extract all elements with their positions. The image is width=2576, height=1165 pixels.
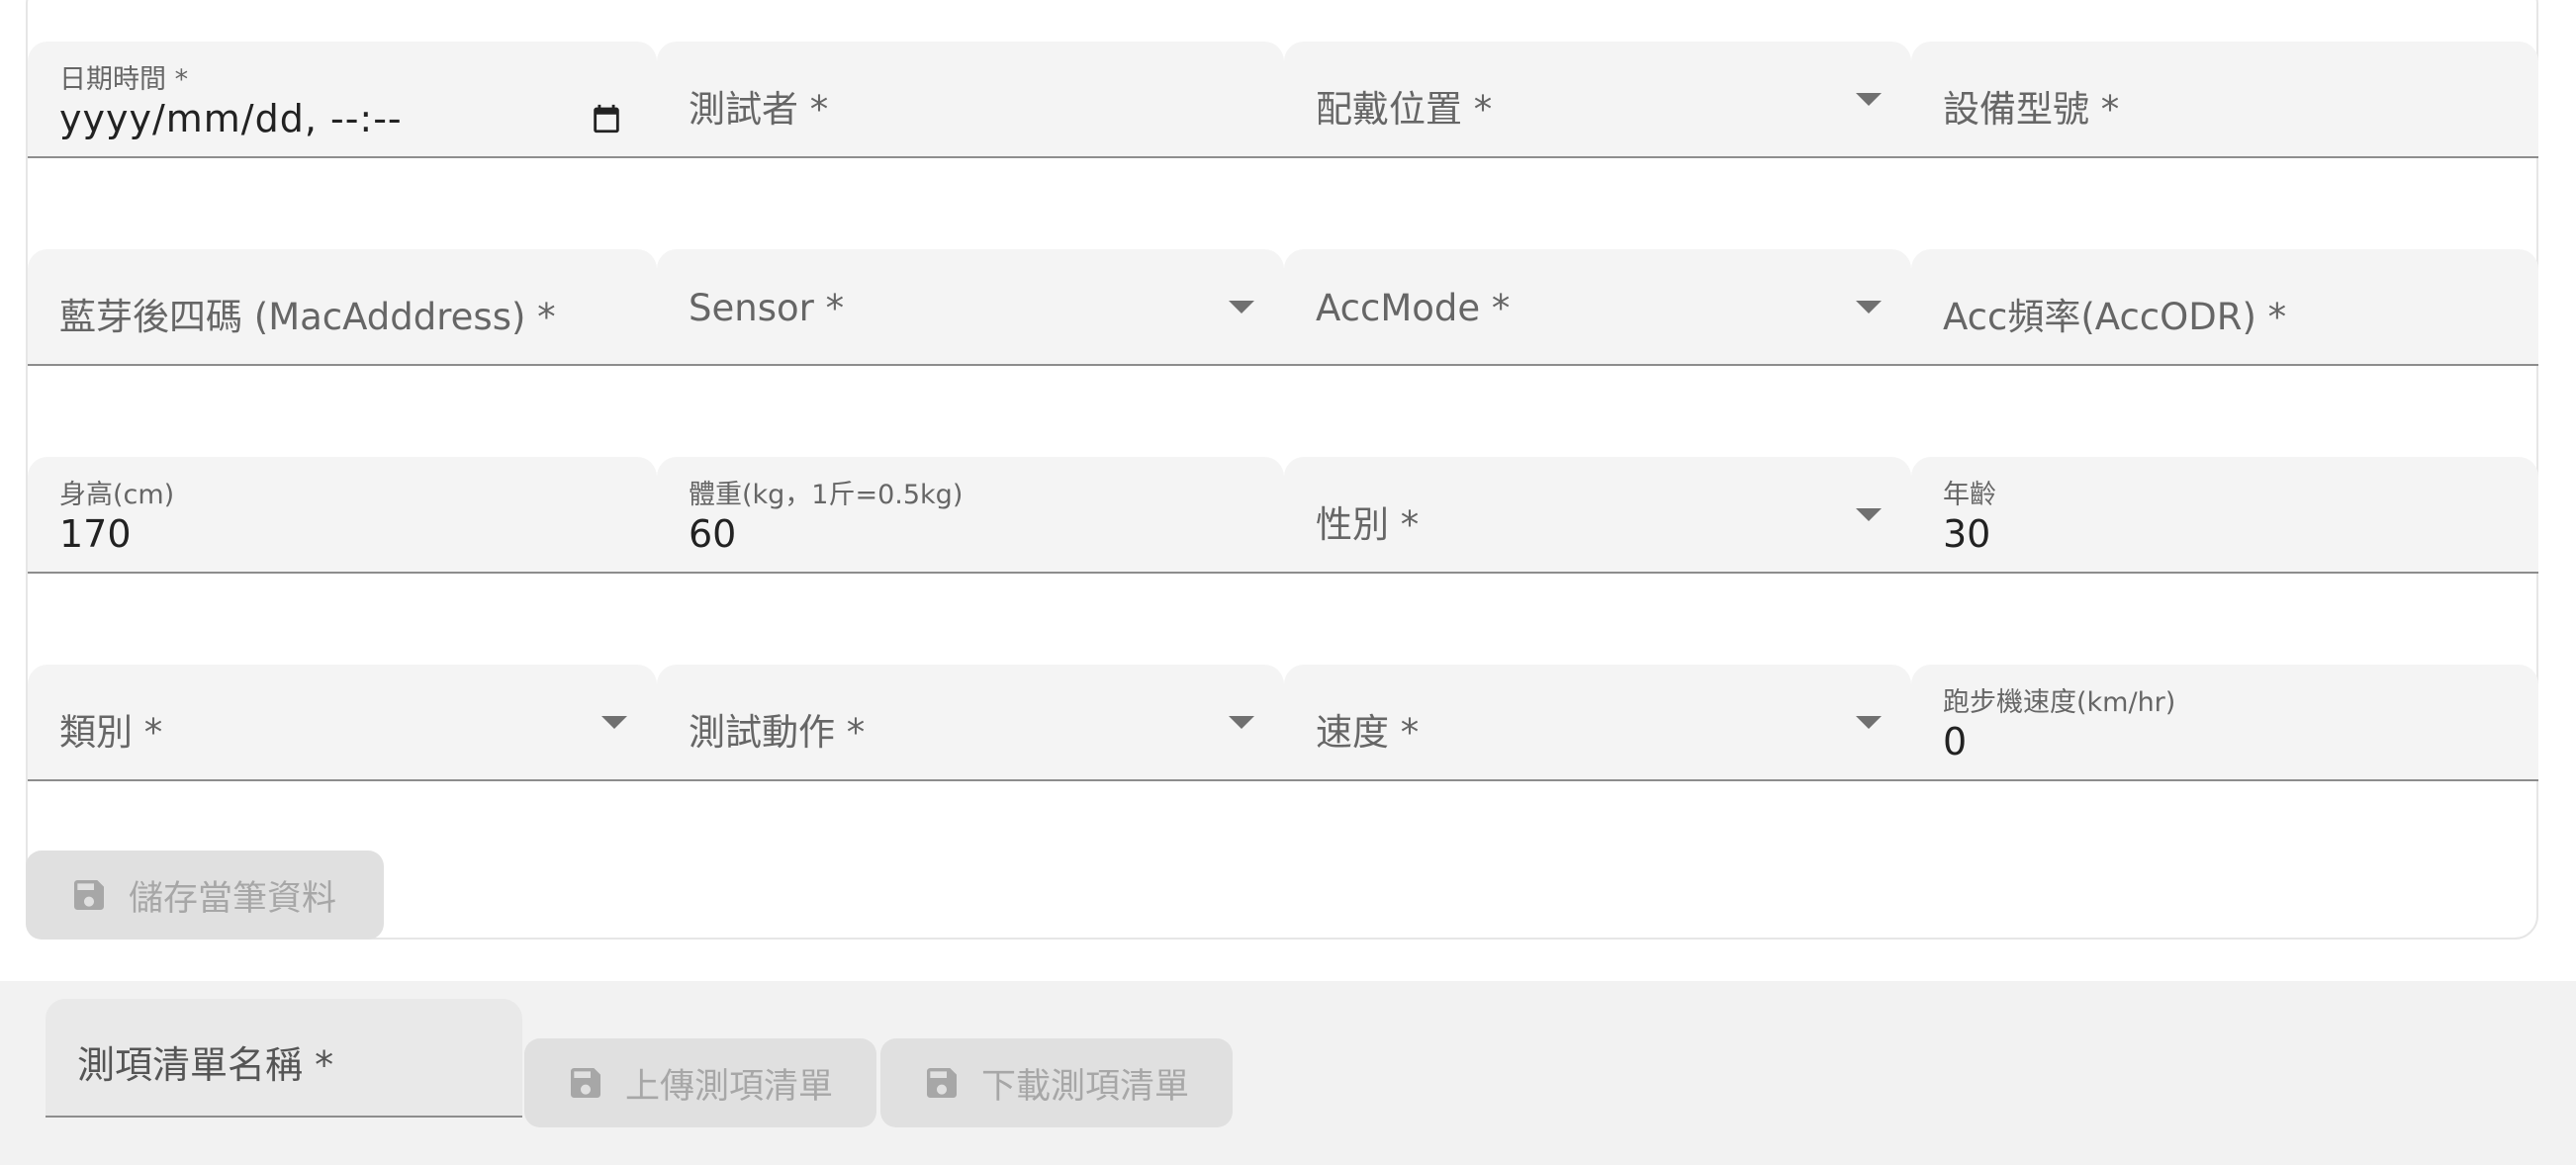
wear-position-label: 配戴位置 * (1316, 88, 1493, 131)
age-value[interactable]: 30 (1943, 512, 1990, 556)
wear-position-select[interactable]: 配戴位置 * (1284, 42, 1911, 158)
chevron-down-icon (1856, 301, 1882, 314)
treadmill-speed-label: 跑步機速度(km/hr) (1943, 687, 2176, 718)
upload-list-label: 上傳測項清單 (625, 1066, 834, 1107)
category-label: 類別 * (59, 711, 163, 754)
save-icon (927, 1068, 957, 1098)
chevron-down-icon (1856, 716, 1882, 729)
device-model-field[interactable]: 設備型號 * (1911, 42, 2538, 158)
age-field[interactable]: 年齡 30 (1911, 457, 2538, 574)
save-icon (74, 880, 104, 910)
datetime-value[interactable]: yyyy/mm/dd, --:-- (59, 97, 403, 140)
acc-mode-label: AccMode * (1316, 287, 1511, 329)
mac-address-field[interactable]: 藍芽後四碼 (MacAdddress) * (28, 249, 657, 366)
save-icon (571, 1068, 600, 1098)
download-list-button[interactable]: 下載測項清單 (880, 1038, 1233, 1127)
gender-select[interactable]: 性別 * (1284, 457, 1911, 574)
tester-field[interactable]: 測試者 * (657, 42, 1284, 158)
acc-odr-field[interactable]: Acc頻率(AccODR) * (1911, 249, 2538, 366)
treadmill-speed-field[interactable]: 跑步機速度(km/hr) 0 (1911, 665, 2538, 781)
datetime-field[interactable]: 日期時間 * yyyy/mm/dd, --:-- (28, 42, 657, 158)
speed-label: 速度 * (1316, 711, 1420, 754)
form-card: 日期時間 * yyyy/mm/dd, --:-- 測試者 * 配戴位置 * 設備… (26, 0, 2538, 940)
height-field[interactable]: 身高(cm) 170 (28, 457, 657, 574)
test-action-select[interactable]: 測試動作 * (657, 665, 1284, 781)
sensor-select[interactable]: Sensor * (657, 249, 1284, 366)
upload-list-button[interactable]: 上傳測項清單 (524, 1038, 876, 1127)
age-label: 年齡 (1943, 480, 1996, 510)
sensor-label: Sensor * (689, 287, 845, 329)
weight-label: 體重(kg，1斤=0.5kg) (689, 480, 964, 510)
height-value[interactable]: 170 (59, 512, 132, 556)
acc-mode-select[interactable]: AccMode * (1284, 249, 1911, 366)
list-name-field[interactable]: 測項清單名稱 * (46, 999, 522, 1118)
weight-field[interactable]: 體重(kg，1斤=0.5kg) 60 (657, 457, 1284, 574)
download-list-label: 下載測項清單 (981, 1066, 1190, 1107)
height-label: 身高(cm) (59, 480, 175, 510)
gender-label: 性別 * (1316, 503, 1420, 546)
chevron-down-icon (1229, 301, 1254, 314)
speed-select[interactable]: 速度 * (1284, 665, 1911, 781)
acc-odr-label: Acc頻率(AccODR) * (1943, 296, 2287, 338)
chevron-down-icon (601, 716, 627, 729)
calendar-icon[interactable] (590, 101, 623, 136)
device-model-label: 設備型號 * (1943, 88, 2120, 131)
mac-address-label: 藍芽後四碼 (MacAdddress) * (59, 296, 556, 338)
chevron-down-icon (1856, 93, 1882, 106)
treadmill-speed-value[interactable]: 0 (1943, 720, 1967, 763)
save-record-label: 儲存當筆資料 (129, 878, 337, 919)
test-action-label: 測試動作 * (689, 711, 866, 754)
chevron-down-icon (1229, 716, 1254, 729)
list-name-label: 測項清單名稱 * (77, 1043, 334, 1087)
category-select[interactable]: 類別 * (28, 665, 657, 781)
save-record-button[interactable]: 儲存當筆資料 (26, 851, 384, 940)
datetime-label: 日期時間 * (59, 64, 189, 95)
weight-value[interactable]: 60 (689, 512, 736, 556)
chevron-down-icon (1856, 508, 1882, 521)
tester-label: 測試者 * (689, 88, 829, 131)
